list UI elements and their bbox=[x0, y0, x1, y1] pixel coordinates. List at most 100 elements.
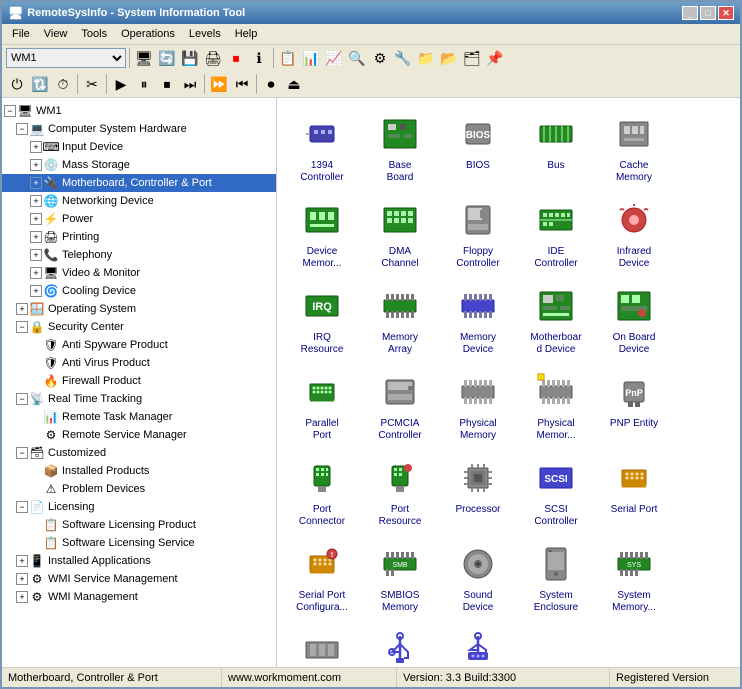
tb-save[interactable]: 💾 bbox=[179, 47, 201, 69]
tree-item-antispy[interactable]: 🛡 Anti Spyware Product bbox=[2, 336, 276, 354]
icon-item-sysencl[interactable]: SystemEnclosure bbox=[519, 536, 593, 618]
tree-toggle-instapp[interactable]: + bbox=[16, 555, 28, 567]
tree-item-cool[interactable]: + 🌀 Cooling Device bbox=[2, 282, 276, 300]
icon-item-parallel[interactable]: ParallelPort bbox=[285, 364, 359, 446]
tb2-next[interactable]: ⏭ bbox=[179, 73, 201, 95]
tree-item-mobo[interactable]: + 🔌 Motherboard, Controller & Port bbox=[2, 174, 276, 192]
icon-item-mobodev[interactable]: Motherboard Device bbox=[519, 278, 593, 360]
tb-info[interactable]: ℹ bbox=[248, 47, 270, 69]
tree-item-net[interactable]: + 🌐 Networking Device bbox=[2, 192, 276, 210]
icon-item-physmem[interactable]: PhysicalMemory bbox=[441, 364, 515, 446]
menu-help[interactable]: Help bbox=[229, 26, 264, 42]
icon-item-bios[interactable]: BIOS BIOS bbox=[441, 106, 515, 188]
icon-item-sysmem[interactable]: SYS SystemMemory... bbox=[597, 536, 671, 618]
tree-item-mass[interactable]: + 💿 Mass Storage bbox=[2, 156, 276, 174]
tree-item-rsm[interactable]: ⚙ Remote Service Manager bbox=[2, 426, 276, 444]
tree-item-tel[interactable]: + 📞 Telephony bbox=[2, 246, 276, 264]
icon-item-memarray[interactable]: MemoryArray bbox=[363, 278, 437, 360]
tree-toggle-wmisvc[interactable]: + bbox=[16, 573, 28, 585]
tree-item-power[interactable]: + ⚡ Power bbox=[2, 210, 276, 228]
icon-item-devmem[interactable]: DeviceMemor... bbox=[285, 192, 359, 274]
icon-item-portres[interactable]: PortResource bbox=[363, 450, 437, 532]
tree-item-wmimgmt[interactable]: + ⚙ WMI Management bbox=[2, 588, 276, 606]
tb2-btn4[interactable]: ✂ bbox=[81, 73, 103, 95]
icon-item-pnp[interactable]: PnP PNP Entity bbox=[597, 364, 671, 446]
tree-item-sec[interactable]: − 🔒 Security Center bbox=[2, 318, 276, 336]
icon-item-dma[interactable]: DMAChannel bbox=[363, 192, 437, 274]
tree-item-custom[interactable]: − 🗃 Customized bbox=[2, 444, 276, 462]
tb-btn10[interactable]: 📌 bbox=[484, 47, 506, 69]
icon-item-portconn[interactable]: PortConnector bbox=[285, 450, 359, 532]
tree-toggle-sec[interactable]: − bbox=[16, 321, 28, 333]
tree-toggle-mass[interactable]: + bbox=[30, 159, 42, 171]
tree-item-wmisvc[interactable]: + ⚙ WMI Service Management bbox=[2, 570, 276, 588]
tree-toggle-lic[interactable]: − bbox=[16, 501, 28, 513]
tree-toggle-tel[interactable]: + bbox=[30, 249, 42, 261]
icon-item-1394[interactable]: 1394Controller bbox=[285, 106, 359, 188]
tb-btn5[interactable]: ⚙ bbox=[369, 47, 391, 69]
icon-item-processor[interactable]: Processor bbox=[441, 450, 515, 532]
tree-toggle-wm1[interactable]: − bbox=[4, 105, 16, 117]
tree-toggle-cool[interactable]: + bbox=[30, 285, 42, 297]
menu-levels[interactable]: Levels bbox=[183, 26, 227, 42]
tb2-btn1[interactable]: ⏻ bbox=[6, 73, 28, 95]
tree-item-firewall[interactable]: 🔥 Firewall Product bbox=[2, 372, 276, 390]
minimize-button[interactable]: _ bbox=[682, 6, 698, 20]
tree-item-swlicprod[interactable]: 📋 Software Licensing Product bbox=[2, 516, 276, 534]
tree-item-video[interactable]: + 🖥 Video & Monitor bbox=[2, 264, 276, 282]
tb-btn7[interactable]: 📁 bbox=[415, 47, 437, 69]
tb-refresh[interactable]: 🔄 bbox=[156, 47, 178, 69]
icon-item-onboard[interactable]: On BoardDevice bbox=[597, 278, 671, 360]
tb-btn2[interactable]: 📊 bbox=[300, 47, 322, 69]
tb2-skip[interactable]: ⏩ bbox=[208, 73, 230, 95]
target-combo[interactable]: WM1 bbox=[6, 48, 126, 68]
icon-item-infrared[interactable]: InfraredDevice bbox=[597, 192, 671, 274]
tb2-record[interactable]: ⏺ bbox=[260, 73, 282, 95]
icon-item-sound[interactable]: SoundDevice bbox=[441, 536, 515, 618]
tb-connect[interactable]: 🖥 bbox=[133, 47, 155, 69]
icon-item-usbctrl[interactable]: USBController bbox=[363, 622, 437, 667]
tb-btn3[interactable]: 📈 bbox=[323, 47, 345, 69]
menu-file[interactable]: File bbox=[6, 26, 36, 42]
tree-item-csh[interactable]: − 💻 Computer System Hardware bbox=[2, 120, 276, 138]
icon-item-physmemmore[interactable]: ! PhysicalMemor... bbox=[519, 364, 593, 446]
menu-view[interactable]: View bbox=[38, 26, 74, 42]
tb2-pause[interactable]: ⏸ bbox=[133, 73, 155, 95]
tb-btn9[interactable]: 🗂 bbox=[461, 47, 483, 69]
icon-item-memdev[interactable]: MemoryDevice bbox=[441, 278, 515, 360]
tree-item-antivirus[interactable]: 🛡 Anti Virus Product bbox=[2, 354, 276, 372]
tree-toggle-csh[interactable]: − bbox=[16, 123, 28, 135]
tb-print[interactable]: 🖨 bbox=[202, 47, 224, 69]
tb2-play[interactable]: ▶ bbox=[110, 73, 132, 95]
tree-item-rtm[interactable]: 📊 Remote Task Manager bbox=[2, 408, 276, 426]
icon-item-sysslot[interactable]: System Slot bbox=[285, 622, 359, 667]
tree-toggle-power[interactable]: + bbox=[30, 213, 42, 225]
maximize-button[interactable]: □ bbox=[700, 6, 716, 20]
tree-toggle-wmimgmt[interactable]: + bbox=[16, 591, 28, 603]
tree-item-probdev[interactable]: ⚠ Problem Devices bbox=[2, 480, 276, 498]
tb2-stop2[interactable]: ⏹ bbox=[156, 73, 178, 95]
tree-toggle-os[interactable]: + bbox=[16, 303, 28, 315]
icon-item-cache[interactable]: CacheMemory bbox=[597, 106, 671, 188]
tree-toggle-rtt[interactable]: − bbox=[16, 393, 28, 405]
tree-item-wm1[interactable]: − 🖥 WM1 bbox=[2, 102, 276, 120]
tree-item-instprod[interactable]: 📦 Installed Products bbox=[2, 462, 276, 480]
tree-toggle-custom[interactable]: − bbox=[16, 447, 28, 459]
tree-toggle-net[interactable]: + bbox=[30, 195, 42, 207]
menu-tools[interactable]: Tools bbox=[75, 26, 113, 42]
icon-item-smbios[interactable]: SMB SMBIOSMemory bbox=[363, 536, 437, 618]
tree-toggle-print[interactable]: + bbox=[30, 231, 42, 243]
tree-item-input[interactable]: + ⌨ Input Device bbox=[2, 138, 276, 156]
tb-btn4[interactable]: 🔍 bbox=[346, 47, 368, 69]
icon-item-ide[interactable]: IDEController bbox=[519, 192, 593, 274]
tb2-end[interactable]: ⏮ bbox=[231, 73, 253, 95]
icon-item-serialcfg[interactable]: ! Serial PortConfigura... bbox=[285, 536, 359, 618]
menu-operations[interactable]: Operations bbox=[115, 26, 181, 42]
close-button[interactable]: ✕ bbox=[718, 6, 734, 20]
icon-item-irq[interactable]: IRQ IRQResource bbox=[285, 278, 359, 360]
icon-item-floppy[interactable]: FloppyController bbox=[441, 192, 515, 274]
tree-item-rtt[interactable]: − 📡 Real Time Tracking bbox=[2, 390, 276, 408]
tb2-btn3[interactable]: ⏱ bbox=[52, 73, 74, 95]
icon-item-scsi[interactable]: SCSI SCSIController bbox=[519, 450, 593, 532]
icon-item-usbhub[interactable]: USB Hub bbox=[441, 622, 515, 667]
